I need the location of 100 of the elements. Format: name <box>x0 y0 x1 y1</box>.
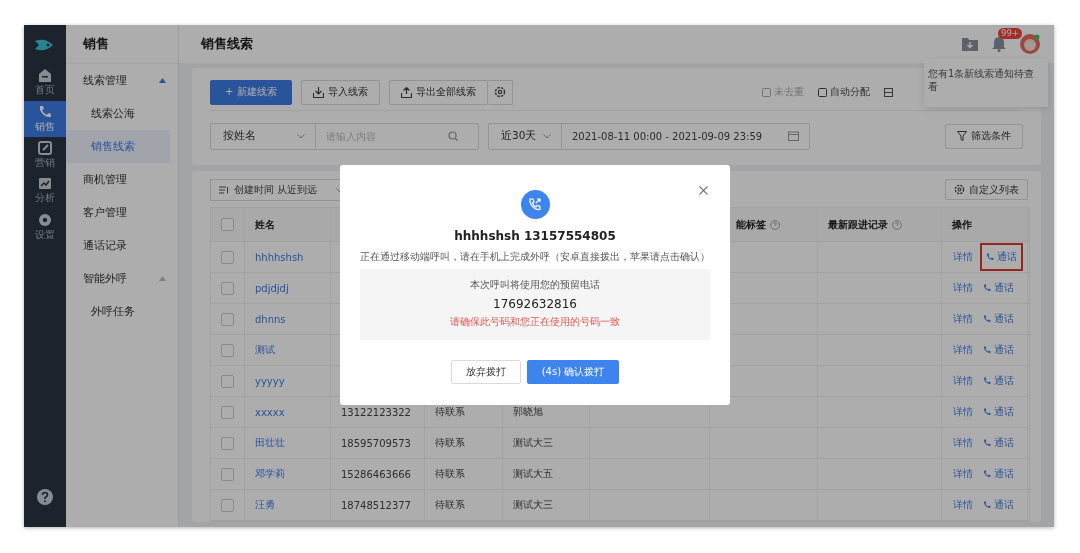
sidebar-subitem[interactable]: 线索公海 <box>66 97 178 130</box>
cancel-button[interactable]: 放弃拨打 <box>450 360 521 384</box>
phone-icon <box>986 253 994 261</box>
checkbox[interactable] <box>221 436 234 450</box>
checkbox[interactable] <box>221 498 234 512</box>
toolbar-link[interactable]: 自动分配 <box>818 85 870 99</box>
help-icon <box>770 219 780 230</box>
detail-link[interactable]: 详情 <box>952 403 974 421</box>
import-icon <box>312 86 324 98</box>
help-icon <box>892 219 902 230</box>
table-cell: 13122123322 <box>341 406 411 418</box>
table-cell: 待联系 <box>435 405 465 419</box>
settings-icon <box>493 86 506 98</box>
import-button[interactable]: 导入线索 <box>300 79 380 105</box>
call-link[interactable]: 通话 <box>982 310 1015 328</box>
phone-icon <box>983 284 991 292</box>
call-link[interactable]: 通话 <box>982 341 1015 359</box>
export-icon <box>400 86 412 98</box>
call-link[interactable]: 通话 <box>982 496 1015 514</box>
field-select[interactable]: 按姓名 <box>211 123 316 149</box>
checkbox[interactable] <box>221 343 234 357</box>
checkbox[interactable] <box>221 405 234 419</box>
sort-icon <box>219 186 229 194</box>
lead-name-link[interactable]: dhnns <box>255 313 286 325</box>
call-link[interactable]: 通话 <box>982 434 1015 452</box>
lead-name-link[interactable]: yyyyy <box>255 375 285 387</box>
table-cell: 18595709573 <box>341 437 411 449</box>
phone-icon <box>983 501 991 509</box>
filter-icon <box>957 131 967 141</box>
edit-icon <box>38 140 52 155</box>
confirm-button[interactable]: (4s) 确认拨打 <box>526 360 620 384</box>
settings-button[interactable] <box>487 79 513 105</box>
table-cell: 测试大三 <box>513 436 553 450</box>
sidebar-subitem[interactable]: 销售线索 <box>66 130 170 163</box>
notification-popup[interactable]: 您有1条新线索通知待查看 <box>924 59 1048 107</box>
lead-name-link[interactable]: 汪勇 <box>255 498 275 512</box>
checkbox[interactable] <box>221 281 234 295</box>
checkbox[interactable] <box>221 374 234 388</box>
call-link[interactable]: 通话 <box>982 245 1021 269</box>
call-link[interactable]: 通话 <box>982 403 1015 421</box>
dialog-note: 本次呼叫将使用您的预留电话 <box>470 278 600 292</box>
lead-name-link[interactable]: pdjdjdj <box>255 282 289 294</box>
call-link[interactable]: 通话 <box>982 279 1015 297</box>
outgoing-call-icon <box>520 190 550 219</box>
detail-link[interactable]: 详情 <box>952 279 974 297</box>
sidebar-title: 销售 <box>66 25 178 64</box>
rail-item[interactable]: 首页 <box>24 65 66 101</box>
dialog-warning: 请确保此号码和您正在使用的号码一致 <box>450 315 620 329</box>
phone-icon <box>983 377 991 385</box>
close-icon[interactable] <box>699 186 708 195</box>
lead-name-link[interactable]: hhhhshsh <box>255 251 304 263</box>
rail-item[interactable]: 营销 <box>24 137 66 173</box>
phone-icon <box>38 104 52 119</box>
export-button[interactable]: 导出全部线索 <box>388 79 488 105</box>
new-lead-button[interactable]: + 新建线索 <box>210 79 292 105</box>
table-cell: 郭晓旭 <box>513 405 543 419</box>
sidebar-item[interactable]: 线索管理 <box>66 64 178 97</box>
rail-item[interactable]: 销售 <box>24 101 66 137</box>
lead-name-link[interactable]: 邓学莉 <box>255 467 285 481</box>
detail-link[interactable]: 详情 <box>952 434 974 452</box>
sidebar-subitem[interactable]: 外呼任务 <box>66 295 178 328</box>
lead-name-link[interactable]: 测试 <box>255 343 275 357</box>
phone-icon <box>983 408 991 416</box>
sidebar-item[interactable]: 智能外呼 <box>66 262 178 295</box>
sidebar-item[interactable]: 通话记录 <box>66 229 178 262</box>
grid-icon[interactable] <box>884 87 893 97</box>
table-cell: 15286463666 <box>341 468 411 480</box>
checkbox[interactable] <box>221 467 234 481</box>
table-cell: 待联系 <box>435 498 465 512</box>
detail-link[interactable]: 详情 <box>952 341 974 359</box>
detail-link[interactable]: 详情 <box>952 372 974 390</box>
custom-columns-button[interactable]: 自定义列表 <box>945 179 1028 200</box>
lead-name-link[interactable]: xxxxx <box>255 406 285 418</box>
filter-button[interactable]: 筛选条件 <box>945 123 1023 149</box>
checkbox[interactable] <box>221 250 234 264</box>
checkbox[interactable] <box>221 218 234 231</box>
avatar-icon[interactable] <box>1020 34 1040 54</box>
detail-link[interactable]: 详情 <box>952 496 974 514</box>
detail-link[interactable]: 详情 <box>952 248 974 266</box>
reserved-phone-number: 17692632816 <box>493 297 577 311</box>
rail-item[interactable]: 分析 <box>24 173 66 209</box>
settings-icon <box>954 184 965 195</box>
download-folder-icon[interactable] <box>962 37 978 51</box>
table-cell: 测试大三 <box>513 498 553 512</box>
lead-name-link[interactable]: 田壮壮 <box>255 436 285 450</box>
detail-link[interactable]: 详情 <box>952 310 974 328</box>
help-icon[interactable] <box>37 489 53 505</box>
sidebar-item[interactable]: 商机管理 <box>66 163 178 196</box>
table-cell: 待联系 <box>435 436 465 450</box>
page-title: 销售线索 <box>201 35 253 53</box>
home-icon <box>38 69 52 82</box>
checkbox[interactable] <box>221 312 234 326</box>
gear-icon <box>38 212 52 227</box>
column-header: 操作 <box>952 217 972 232</box>
detail-link[interactable]: 详情 <box>952 465 974 483</box>
call-link[interactable]: 通话 <box>982 465 1015 483</box>
rail-item[interactable]: 设置 <box>24 209 66 245</box>
call-link[interactable]: 通话 <box>982 372 1015 390</box>
sidebar-item[interactable]: 客户管理 <box>66 196 178 229</box>
bell-icon[interactable] <box>992 36 1006 52</box>
